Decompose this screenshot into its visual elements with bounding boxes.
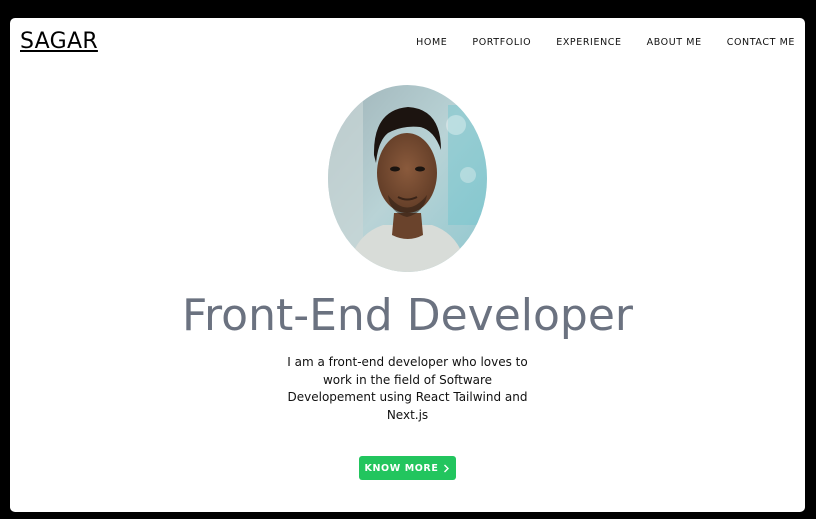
know-more-button[interactable]: KNOW MORE [359,456,456,480]
main-nav: HOME PORTFOLIO EXPERIENCE ABOUT ME CONTA… [416,37,795,48]
chevron-right-icon [443,464,450,473]
site-logo[interactable]: SAGAR [20,29,98,54]
nav-about-me[interactable]: ABOUT ME [647,37,702,48]
page-frame: SAGAR HOME PORTFOLIO EXPERIENCE ABOUT ME… [10,18,805,512]
hero-description: I am a front-end developer who loves to … [287,355,528,422]
hero-headline: Front-End Developer [181,290,634,341]
nav-experience[interactable]: EXPERIENCE [556,37,621,48]
profile-photo [328,85,487,272]
nav-home[interactable]: HOME [416,37,447,48]
nav-contact-me[interactable]: CONTACT ME [727,37,795,48]
know-more-label: KNOW MORE [364,462,439,474]
nav-portfolio[interactable]: PORTFOLIO [472,37,531,48]
